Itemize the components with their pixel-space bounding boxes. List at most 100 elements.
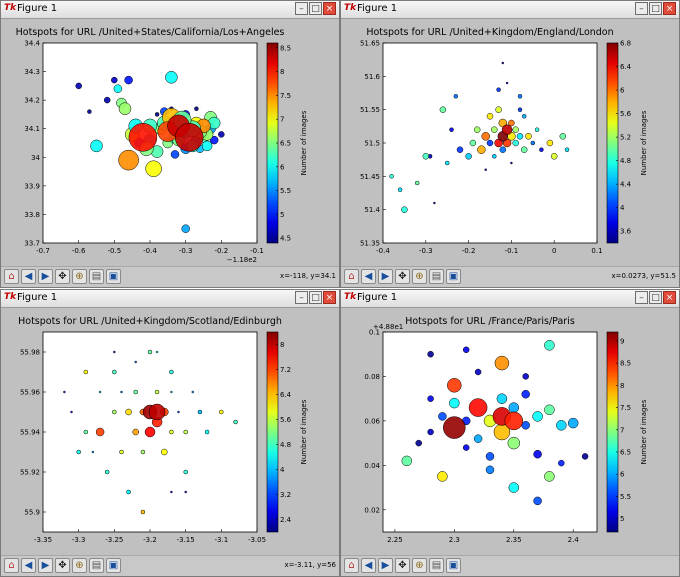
colorbar-tick-label: 3.2 [280,491,291,499]
scatter-point [154,112,160,117]
scatter-point [469,139,477,147]
zoom-icon[interactable]: ⊕ [72,269,87,284]
back-arrow-icon[interactable]: ◀ [21,269,36,284]
pan-icon[interactable]: ✥ [55,558,70,573]
window-title: Figure 1 [357,3,398,14]
scatter-point [581,453,589,460]
forward-arrow-icon[interactable]: ▶ [38,269,53,284]
window-titlebar[interactable]: Tk Figure 1 – □ × [1,290,339,308]
home-icon[interactable]: ⌂ [344,269,359,284]
scatter-point [444,160,450,166]
maximize-button[interactable]: □ [309,2,322,15]
x-tick-label: -3.1 [214,536,228,544]
close-button[interactable]: × [663,291,676,304]
y-tick-label: 34 [31,154,40,162]
colorbar-tick-label: 5.6 [620,110,632,118]
forward-arrow-icon[interactable]: ▶ [378,558,393,573]
configure-subplots-icon[interactable]: ▤ [429,558,444,573]
x-tick-label: 2.25 [387,536,403,544]
scatter-point [486,139,494,147]
back-arrow-icon[interactable]: ◀ [361,558,376,573]
scatter-point [218,131,225,138]
window-title: Figure 1 [17,3,58,14]
scatter-point [124,75,133,85]
close-button[interactable]: × [663,2,676,15]
scatter-point [75,82,82,90]
scatter-point [133,389,138,395]
scatter-point [90,139,103,153]
colorbar-tick-label: 6.4 [280,391,292,399]
scatter-point [504,411,524,431]
pan-icon[interactable]: ✥ [55,269,70,284]
x-tick-label: 2.3 [449,536,460,544]
window-titlebar[interactable]: Tk Figure 1 – □ × [341,1,679,19]
scatter-point [144,426,156,438]
scatter-point [184,490,187,494]
minimize-button[interactable]: – [295,2,308,15]
maximize-button[interactable]: □ [649,2,662,15]
scatter-point [397,187,403,192]
y-tick-label: 33.7 [24,240,40,248]
pan-icon[interactable]: ✥ [395,558,410,573]
save-icon[interactable]: ▣ [446,269,461,284]
scatter-point [516,133,524,140]
home-icon[interactable]: ⌂ [4,269,19,284]
scatter-point [544,340,555,351]
scatter-point [510,161,513,165]
zoom-icon[interactable]: ⊕ [412,269,427,284]
back-arrow-icon[interactable]: ◀ [21,558,36,573]
colorbar-tick-label: 5.5 [280,187,291,195]
window-titlebar[interactable]: Tk Figure 1 – □ × [1,1,339,19]
colorbar [606,331,619,533]
scatter-point [145,160,162,177]
scatter-point [550,153,558,160]
colorbar-tick-label: 7.5 [280,92,291,100]
colorbar [266,331,279,533]
minimize-button[interactable]: – [295,291,308,304]
scatter-point [183,429,188,435]
zoom-icon[interactable]: ⊕ [412,558,427,573]
back-arrow-icon[interactable]: ◀ [361,269,376,284]
maximize-button[interactable]: □ [309,291,322,304]
scatter-point [491,126,498,133]
home-icon[interactable]: ⌂ [4,558,19,573]
y-tick-label: 55.9 [24,509,40,517]
scatter-point [83,369,89,375]
scatter-point [532,411,543,422]
cursor-coordinates: x=-118, y=34.1 [280,272,336,280]
save-icon[interactable]: ▣ [106,269,121,284]
minimize-button[interactable]: – [635,291,648,304]
scatter-point [484,168,487,171]
close-button[interactable]: × [323,2,336,15]
scatter-point [170,150,180,159]
configure-subplots-icon[interactable]: ▤ [89,558,104,573]
zoom-icon[interactable]: ⊕ [72,558,87,573]
pan-icon[interactable]: ✥ [395,269,410,284]
navigation-toolbar: ⌂ ◀ ▶ ✥ ⊕ ▤ ▣ [341,555,679,576]
colorbar-tick-label: 3.6 [620,228,632,236]
scatter-point [83,429,89,435]
scatter-point [427,350,434,358]
scatter-point [496,87,501,92]
y-tick-label: 0.04 [364,462,380,470]
save-icon[interactable]: ▣ [446,558,461,573]
chart-title: Hotspots for URL /United+Kingdom/Scotlan… [18,316,282,327]
forward-arrow-icon[interactable]: ▶ [38,558,53,573]
colorbar-tick-label: 6 [620,471,625,479]
forward-arrow-icon[interactable]: ▶ [378,269,393,284]
close-button[interactable]: × [323,291,336,304]
configure-subplots-icon[interactable]: ▤ [429,269,444,284]
scatter-point [556,420,567,431]
save-icon[interactable]: ▣ [106,558,121,573]
navigation-toolbar: ⌂ ◀ ▶ ✥ ⊕ ▤ ▣ x=0.0273, y=51.5 [341,266,679,287]
home-icon[interactable]: ⌂ [344,558,359,573]
scatter-point [533,449,542,459]
scatter-point [140,449,146,455]
minimize-button[interactable]: – [635,2,648,15]
maximize-button[interactable]: □ [649,291,662,304]
x-tick-label: 0.1 [591,247,602,255]
window-titlebar[interactable]: Tk Figure 1 – □ × [341,290,679,308]
scatter-point [118,149,139,171]
configure-subplots-icon[interactable]: ▤ [89,269,104,284]
scatter-point [427,395,434,402]
